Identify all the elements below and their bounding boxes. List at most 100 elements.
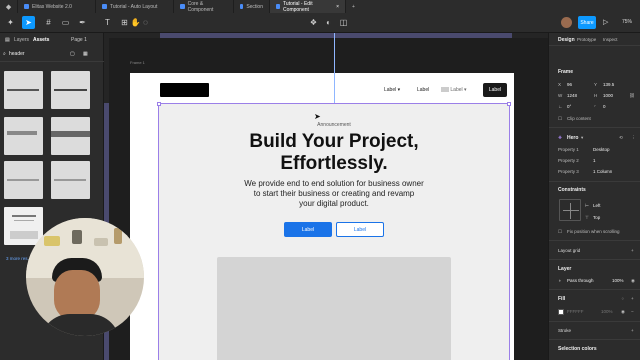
h-label: H: [594, 93, 598, 98]
tab-elitas-website[interactable]: Elitas Website 2.0: [18, 0, 96, 13]
frame-label[interactable]: Frame 1: [130, 60, 145, 65]
constraints-widget[interactable]: [559, 199, 581, 221]
add-stroke-icon[interactable]: +: [631, 328, 634, 333]
hero-description: We provide end to end solution for busin…: [244, 179, 424, 208]
h-input[interactable]: 1000: [603, 93, 613, 98]
tab-edit-component[interactable]: Tutorial - Edit Component ×: [270, 0, 346, 13]
remove-fill-icon[interactable]: −: [631, 309, 634, 314]
radius-input[interactable]: 0: [603, 104, 606, 109]
fill-hex-input[interactable]: FFFFFF: [567, 309, 584, 314]
component-tool[interactable]: ❖: [307, 16, 320, 29]
hero-image-placeholder: [217, 257, 451, 360]
layout-grid-title: Layout grid: [558, 248, 581, 253]
tab-design[interactable]: Design: [558, 37, 575, 43]
shape-tool[interactable]: ▭: [59, 16, 72, 29]
eye-icon[interactable]: ◉: [621, 309, 625, 315]
share-button[interactable]: Share: [578, 16, 596, 29]
add-fill-icon[interactable]: +: [631, 296, 634, 301]
hero-component[interactable]: Announcement Build Your Project, Effortl…: [157, 102, 511, 360]
blend-mode-select[interactable]: Pass through: [567, 278, 594, 283]
present-button[interactable]: ▷: [603, 18, 608, 26]
rotation-input[interactable]: 0°: [567, 104, 571, 109]
layer-title: Layer: [558, 266, 572, 272]
asset-thumbnail[interactable]: [51, 161, 90, 199]
canvas[interactable]: Frame 1 Label ▾ Label Label ▾ Label Anno…: [104, 33, 548, 360]
zoom-level[interactable]: 75%: [622, 19, 632, 25]
nav-button[interactable]: Label: [483, 83, 507, 97]
radius-icon: ◜: [594, 104, 596, 109]
avatar[interactable]: [561, 17, 572, 28]
tab-prototype[interactable]: Prototype: [577, 37, 596, 42]
frame-tool[interactable]: #: [42, 16, 55, 29]
comment-tool[interactable]: ◌: [139, 16, 152, 29]
asset-thumbnail[interactable]: [4, 71, 43, 109]
nav-label-3[interactable]: Label ▾: [441, 87, 467, 93]
tab-section[interactable]: Section: [234, 0, 270, 13]
move-tool[interactable]: ➤: [22, 16, 35, 29]
clip-content-checkbox[interactable]: ☐: [558, 116, 562, 122]
close-icon[interactable]: ×: [336, 4, 339, 10]
asset-thumbnail[interactable]: [4, 117, 43, 155]
book-icon[interactable]: ▢: [70, 51, 75, 57]
person-shirt: [40, 314, 120, 336]
fill-color-swatch[interactable]: [558, 309, 564, 315]
fix-position-checkbox[interactable]: ☐: [558, 229, 562, 235]
asset-thumbnail[interactable]: [51, 117, 90, 155]
eye-icon[interactable]: ◉: [631, 278, 635, 284]
comment-icon: ◌: [143, 18, 148, 27]
resize-handle[interactable]: [507, 102, 511, 106]
resize-handle[interactable]: [157, 102, 161, 106]
chevron-down-icon[interactable]: ▾: [581, 135, 583, 141]
asset-thumbnail[interactable]: [51, 71, 90, 109]
webcam-overlay: [26, 218, 144, 336]
grid-view-icon[interactable]: ▦: [83, 51, 88, 57]
panel-toggle-icon[interactable]: ▤: [5, 37, 10, 43]
nav-label-1[interactable]: Label ▾: [384, 87, 400, 93]
go-to-main-component-icon[interactable]: ⟲: [619, 135, 623, 141]
constraints-title: Constraints: [558, 187, 586, 193]
horizontal-constraint-icon: ⊢: [585, 203, 589, 208]
w-input[interactable]: 1248: [567, 93, 577, 98]
fill-styles-icon[interactable]: ⁘: [621, 296, 625, 302]
property-1-select[interactable]: Desktop: [593, 147, 610, 152]
rotation-icon: ∟: [558, 104, 563, 109]
separator: [0, 61, 104, 62]
primary-button[interactable]: Label: [284, 222, 332, 237]
tab-layers[interactable]: Layers: [14, 37, 29, 43]
figma-menu-button[interactable]: ◆: [0, 0, 18, 13]
mask-tool[interactable]: ◐: [322, 16, 335, 29]
component-name[interactable]: Hero: [567, 135, 578, 141]
frame-1[interactable]: Label ▾ Label Label ▾ Label Announcement…: [130, 33, 514, 360]
constrain-proportions-icon[interactable]: ⛓: [629, 93, 635, 99]
pen-tool[interactable]: ✒: [76, 16, 89, 29]
y-input[interactable]: 139.5: [603, 82, 614, 87]
separator: [549, 289, 640, 290]
vertical-constraint-select[interactable]: Top: [593, 215, 600, 220]
layer-opacity-input[interactable]: 100%: [612, 278, 624, 283]
x-input[interactable]: 96: [567, 82, 572, 87]
secondary-button[interactable]: Label: [336, 222, 384, 237]
main-menu-button[interactable]: ✦: [4, 16, 17, 29]
more-options-icon[interactable]: ⋮: [631, 135, 636, 141]
boolean-tool[interactable]: ◫: [337, 16, 350, 29]
tab-auto-layout[interactable]: Tutorial - Auto Layout: [96, 0, 174, 13]
horizontal-constraint-select[interactable]: Left: [593, 203, 601, 208]
asset-search-input[interactable]: header: [9, 51, 25, 57]
component-icon: ❖: [558, 135, 563, 140]
tab-core-component[interactable]: Core & Component: [174, 0, 234, 13]
stroke-title: Stroke: [558, 328, 572, 333]
tab-assets[interactable]: Assets: [33, 37, 49, 43]
file-icon: [102, 4, 107, 9]
asset-thumbnail[interactable]: [4, 161, 43, 199]
property-3-select[interactable]: 1 Column: [593, 169, 612, 174]
new-tab-button[interactable]: +: [346, 0, 361, 13]
nav-label-2[interactable]: Label: [417, 87, 429, 93]
property-2-select[interactable]: 1: [593, 158, 596, 163]
page-selector[interactable]: Page 1: [71, 37, 87, 43]
fill-opacity-input[interactable]: 100%: [601, 309, 613, 314]
chevron-down-icon: ▾: [397, 87, 401, 93]
add-layout-grid-icon[interactable]: +: [631, 248, 634, 253]
text-tool[interactable]: T: [101, 16, 114, 29]
separator: [549, 321, 640, 322]
tab-inspect[interactable]: Inspect: [603, 37, 618, 42]
